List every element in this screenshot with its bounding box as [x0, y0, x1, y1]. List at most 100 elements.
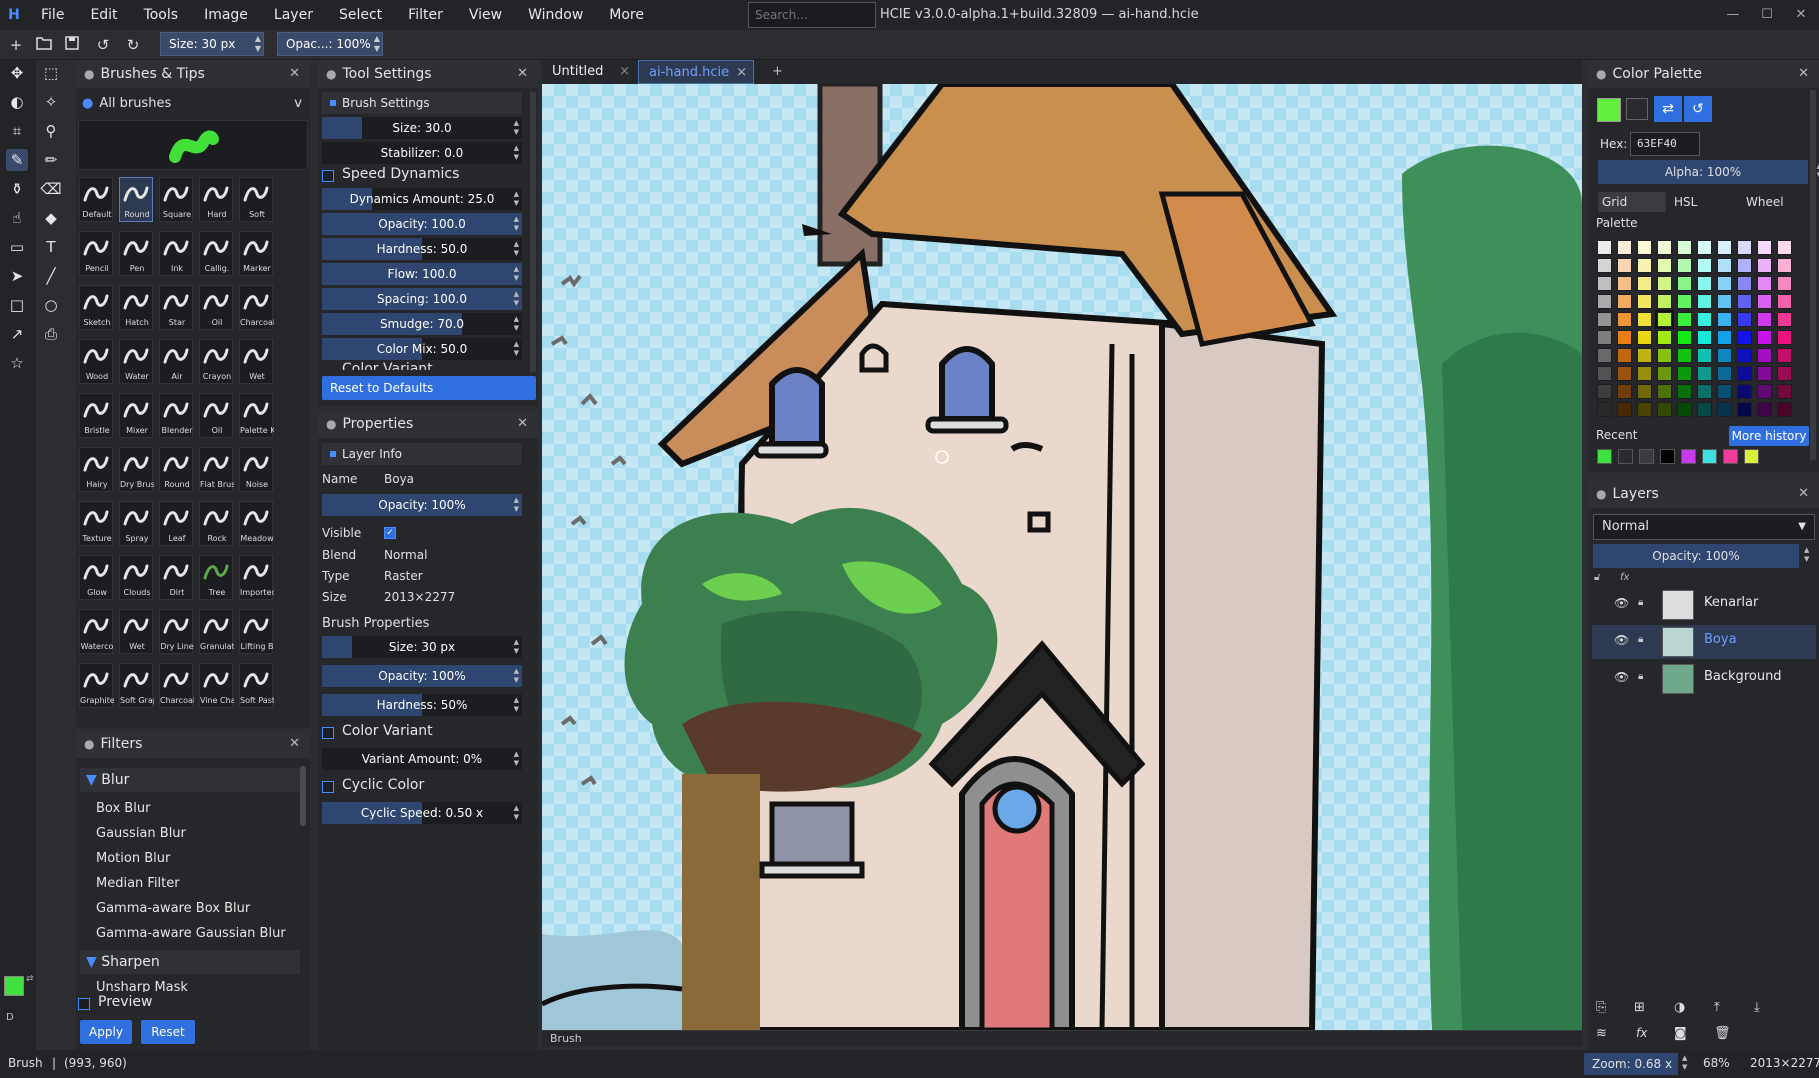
palette-swatch[interactable]	[1757, 384, 1772, 399]
palette-swatch[interactable]	[1677, 366, 1692, 381]
filter-item[interactable]: Box Blur	[96, 801, 150, 816]
brush-preset[interactable]: Oil	[199, 393, 233, 438]
stabilizer-slider[interactable]: Stabilizer: 0.0 ▲ ▼	[322, 142, 522, 164]
palette-swatch[interactable]	[1657, 366, 1672, 381]
brush-tool-icon[interactable]: ✎	[6, 149, 28, 171]
lock-icon[interactable]: 🔒︎	[1638, 597, 1643, 608]
palette-swatch[interactable]	[1737, 294, 1752, 309]
filter-group-blur[interactable]: ▼ Blur	[80, 768, 300, 792]
chevron-down-icon[interactable]: v	[294, 92, 302, 116]
palette-swatch[interactable]	[1737, 402, 1752, 417]
recent-color-swatch[interactable]	[1660, 449, 1675, 464]
tab-ai-hand[interactable]: ai-hand.hcie ×	[638, 60, 754, 84]
palette-swatch[interactable]	[1617, 348, 1632, 363]
speed-dynamics-checkbox[interactable]	[322, 170, 334, 182]
brush-preset[interactable]: Dirt	[159, 555, 193, 600]
gradient-tool-icon[interactable]: ▭	[6, 236, 28, 258]
canvas[interactable]	[542, 84, 1582, 1030]
brush-preset[interactable]: Imported	[239, 555, 274, 600]
palette-swatch[interactable]	[1677, 258, 1692, 273]
spin-arrows-icon[interactable]: ▲▼	[514, 265, 519, 283]
minimize-icon[interactable]: —	[1716, 0, 1750, 30]
palette-swatch[interactable]	[1637, 258, 1652, 273]
brush-preset[interactable]: Granulati	[199, 609, 234, 654]
filter-item[interactable]: Gamma-aware Box Blur	[96, 901, 250, 916]
spin-arrows-icon[interactable]: ▲▼	[514, 240, 519, 258]
palette-swatch[interactable]	[1697, 384, 1712, 399]
palette-swatch[interactable]	[1737, 330, 1752, 345]
swap-icon[interactable]: ⇄	[1654, 96, 1682, 122]
eraser-tool-icon[interactable]: ⌫	[40, 178, 62, 200]
palette-swatch[interactable]	[1717, 276, 1732, 291]
spin-arrows-icon[interactable]: ▲▼	[514, 215, 519, 233]
line-tool-icon[interactable]: ╱	[40, 265, 62, 287]
lock-icon[interactable]: 🔒︎	[1638, 671, 1643, 682]
fx-icon[interactable]: fx	[1620, 572, 1629, 583]
brush-preset[interactable]: Pen	[119, 231, 153, 276]
layer-row[interactable]: 👁︎ 🔒︎ Kenarlar	[1592, 588, 1816, 622]
brush-preset[interactable]: Bristle	[79, 393, 113, 438]
filter-group-sharpen[interactable]: ▼ Sharpen	[80, 950, 300, 974]
palette-swatch[interactable]	[1777, 240, 1792, 255]
palette-swatch[interactable]	[1717, 384, 1732, 399]
secondary-color-swatch[interactable]	[1626, 98, 1648, 120]
brush-preset[interactable]: Wet	[239, 339, 273, 384]
palette-swatch[interactable]	[1757, 258, 1772, 273]
brush-preset[interactable]: Rock	[199, 501, 233, 546]
brush-preset[interactable]: Wet	[119, 609, 153, 654]
close-window-icon[interactable]: ✕	[1784, 0, 1818, 30]
spacing-slider[interactable]: Spacing: 100.0 ▲ ▼	[322, 288, 522, 310]
palette-swatch[interactable]	[1757, 402, 1772, 417]
palette-swatch[interactable]	[1757, 330, 1772, 345]
brush-preset[interactable]: Water	[119, 339, 153, 384]
move-up-icon[interactable]: ⤒	[1714, 1000, 1720, 1015]
filters-scrollbar[interactable]	[300, 766, 306, 826]
size-slider[interactable]: Size: 30.0 ▲ ▼	[322, 117, 522, 139]
close-icon[interactable]: ✕	[289, 736, 300, 751]
spin-arrows-icon[interactable]: ▲▼	[514, 144, 519, 162]
swap-colors-icon[interactable]: ⇄	[26, 974, 34, 984]
palette-swatch[interactable]	[1697, 258, 1712, 273]
palette-swatch[interactable]	[1777, 312, 1792, 327]
brush-preset[interactable]: Noise	[239, 447, 273, 492]
brush-preset[interactable]: Air	[159, 339, 193, 384]
spin-arrows-icon[interactable]: ▲▼	[514, 804, 519, 822]
save-icon[interactable]	[60, 33, 84, 57]
brush-preset[interactable]: Charcoal	[239, 285, 274, 330]
palette-swatch[interactable]	[1717, 402, 1732, 417]
menu-view[interactable]: View	[456, 0, 515, 30]
filter-item[interactable]: Gamma-aware Gaussian Blur	[96, 926, 286, 941]
new-group-icon[interactable]: ⊞	[1634, 1000, 1645, 1015]
brush-preset[interactable]: Flat Brus	[199, 447, 234, 492]
recent-color-swatch[interactable]	[1723, 449, 1738, 464]
brush-preset[interactable]: Oil	[199, 285, 233, 330]
palette-swatch[interactable]	[1677, 294, 1692, 309]
eye-icon[interactable]: 👁︎	[1614, 670, 1629, 684]
visible-checkbox[interactable]: ✓	[384, 527, 396, 539]
spin-arrows-icon[interactable]: ▲▼	[514, 496, 519, 514]
palette-swatch[interactable]	[1697, 240, 1712, 255]
brush-preset[interactable]: Meadow	[239, 501, 274, 546]
palette-swatch[interactable]	[1617, 330, 1632, 345]
brush-preset[interactable]: Sketch	[79, 285, 113, 330]
palette-swatch[interactable]	[1677, 312, 1692, 327]
palette-swatch[interactable]	[1597, 348, 1612, 363]
brush-preset[interactable]: Waterco	[79, 609, 113, 654]
name-value[interactable]: Boya	[384, 472, 414, 486]
palette-swatch[interactable]	[1597, 330, 1612, 345]
palette-swatch[interactable]	[1597, 276, 1612, 291]
close-icon[interactable]: ✕	[1798, 66, 1809, 81]
clone-tool-icon[interactable]: ⚱	[6, 178, 28, 200]
brush-preset[interactable]: Graphite	[79, 663, 114, 708]
palette-swatch[interactable]	[1657, 258, 1672, 273]
recent-color-swatch[interactable]	[1681, 449, 1696, 464]
palette-swatch[interactable]	[1717, 348, 1732, 363]
layers-stack-icon[interactable]: ≋	[1596, 1026, 1607, 1041]
smudge-tool-icon[interactable]: ☝	[6, 207, 28, 229]
hardness-slider[interactable]: Hardness: 50.0 ▲ ▼	[322, 238, 522, 260]
maximize-icon[interactable]: ☐	[1750, 0, 1784, 30]
reset-defaults-button[interactable]: Reset to Defaults	[322, 376, 536, 400]
brush-preset[interactable]: Square	[159, 177, 193, 222]
palette-swatch[interactable]	[1637, 312, 1652, 327]
open-folder-icon[interactable]	[32, 33, 56, 57]
